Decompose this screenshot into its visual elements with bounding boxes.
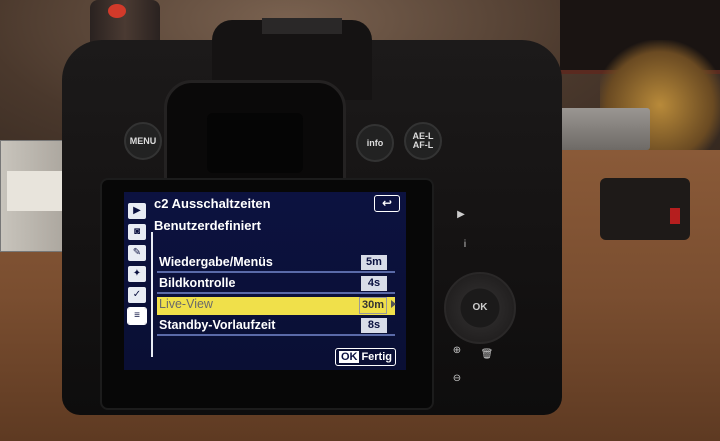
- lcd-header: c2 Ausschaltzeiten ↩: [124, 192, 406, 214]
- zoom-out-icon[interactable]: ⊖: [448, 370, 466, 388]
- menu-title-text: Ausschaltzeiten: [171, 196, 271, 211]
- lcd-screen: c2 Ausschaltzeiten ↩ ▶ ◙ ✎ ✦ ✓ ≡ Benutze…: [124, 192, 406, 370]
- menu-row-standby[interactable]: Standby-Vorlaufzeit 8s: [157, 318, 395, 336]
- row-value: 8s: [361, 318, 387, 333]
- menu-row-live-view[interactable]: Live-View 30m: [157, 297, 396, 315]
- wrench-icon[interactable]: ✦: [128, 266, 146, 282]
- menu-row-image-review[interactable]: Bildkontrolle 4s: [157, 276, 395, 294]
- zoom-in-icon[interactable]: ⊕: [448, 342, 466, 360]
- background-charger: [600, 178, 690, 240]
- trash-icon[interactable]: 🗑: [478, 346, 496, 364]
- menu-rows: Wiedergabe/Menüs 5m Bildkontrolle 4s Liv…: [157, 255, 396, 339]
- row-label: Wiedergabe/Menüs: [159, 255, 273, 269]
- row-label: Bildkontrolle: [159, 276, 236, 290]
- menu-row-playback[interactable]: Wiedergabe/Menüs 5m: [157, 255, 395, 273]
- info-button[interactable]: info: [356, 124, 394, 162]
- row-value: 5m: [361, 255, 387, 270]
- chevron-right-icon: [391, 300, 396, 308]
- sidebar-divider: [151, 232, 153, 357]
- playback-icon[interactable]: ▶: [128, 203, 146, 219]
- row-label: Live-View: [159, 297, 213, 311]
- row-label: Standby-Vorlaufzeit: [159, 318, 276, 332]
- mymenu-icon[interactable]: ≡: [127, 307, 147, 325]
- done-button[interactable]: OK Fertig: [334, 348, 396, 366]
- viewfinder-window: [207, 113, 303, 173]
- pencil-icon[interactable]: ✎: [128, 245, 146, 261]
- ae-af-lock-button[interactable]: AE-L AF-L: [404, 122, 442, 160]
- camera-icon[interactable]: ◙: [128, 224, 146, 240]
- menu-button[interactable]: MENU: [124, 122, 162, 160]
- ok-badge: OK: [338, 351, 360, 363]
- menu-code: c2: [154, 196, 169, 211]
- done-label: Fertig: [361, 351, 392, 363]
- menu-sidebar: ▶ ◙ ✎ ✦ ✓ ≡: [127, 203, 150, 329]
- back-icon[interactable]: ↩: [374, 195, 400, 212]
- playback-button[interactable]: ▶: [452, 206, 470, 224]
- hot-shoe: [262, 18, 342, 34]
- multi-selector[interactable]: OK: [444, 272, 516, 344]
- ok-button[interactable]: OK: [466, 294, 494, 322]
- menu-title: c2 Ausschaltzeiten: [154, 196, 271, 211]
- row-value: 4s: [361, 276, 387, 291]
- menu-subtitle: Benutzerdefiniert: [154, 218, 261, 233]
- photo-scene: MENU info AE-L AF-L c2 Ausschaltzeiten ↩…: [0, 0, 720, 441]
- tripod-red-knob: [108, 4, 126, 18]
- i-button[interactable]: i: [456, 236, 474, 254]
- row-value: 30m: [359, 297, 387, 314]
- retouch-icon[interactable]: ✓: [128, 287, 146, 303]
